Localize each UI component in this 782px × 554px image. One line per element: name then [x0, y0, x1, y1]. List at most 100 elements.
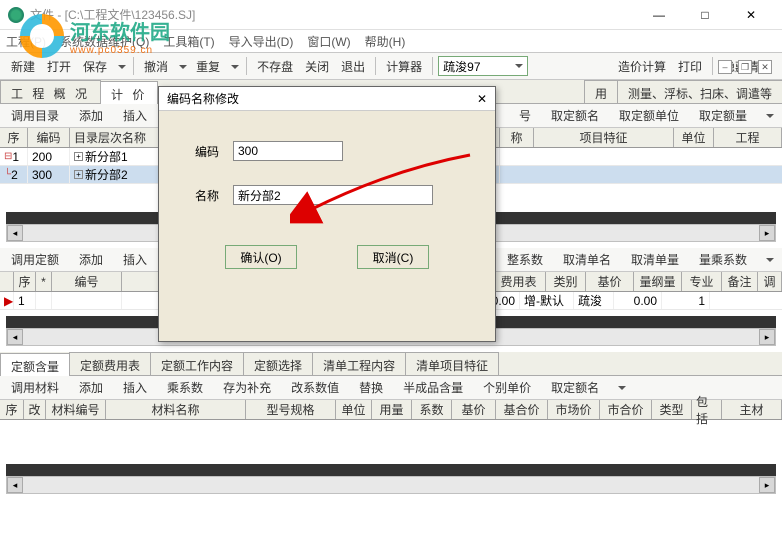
load-material-button[interactable]: 调用材料 [6, 377, 64, 398]
tab-use[interactable]: 用 [584, 80, 618, 103]
col-spec[interactable]: 专业 [682, 272, 722, 291]
col-project[interactable]: 工程 [714, 128, 782, 147]
col-unit[interactable]: 单位 [674, 128, 714, 147]
toolbar-overflow-icon[interactable] [614, 382, 628, 393]
menu-help[interactable]: 帮助(H) [365, 33, 406, 50]
tab-list-content[interactable]: 清单工程内容 [312, 352, 406, 375]
close-file-button[interactable]: 关闭 [300, 56, 334, 77]
list-name-button[interactable]: 取清单名 [558, 249, 616, 270]
toolbar-overflow-icon[interactable] [762, 110, 776, 121]
mdi-min-button[interactable]: – [718, 60, 732, 74]
quota-unit-button[interactable]: 取定额单位 [614, 105, 684, 126]
menu-window[interactable]: 窗口(W) [307, 33, 350, 50]
col-num[interactable]: 号 [514, 105, 536, 126]
open-button[interactable]: 打开 [42, 56, 76, 77]
tab-overview[interactable]: 工 程 概 况 [0, 80, 101, 103]
scroll-left-icon[interactable]: ◂ [7, 225, 23, 241]
get-quota-name-button[interactable]: 取定额名 [546, 377, 604, 398]
col-main[interactable]: 主材 [722, 400, 782, 419]
col-name-suffix[interactable]: 称 [500, 128, 534, 147]
code-input[interactable] [233, 141, 343, 161]
col-combined[interactable]: 基合价 [496, 400, 548, 419]
scroll-right-icon[interactable]: ▸ [759, 225, 775, 241]
col-feetable[interactable]: 费用表 [492, 272, 546, 291]
col-class[interactable]: 类型 [652, 400, 692, 419]
col-net[interactable]: 量纲量 [634, 272, 682, 291]
menu-toolbox[interactable]: 工具箱(T) [163, 33, 214, 50]
list-qty-button[interactable]: 取清单量 [626, 249, 684, 270]
material-add-button[interactable]: 添加 [74, 377, 108, 398]
save-dropdown-icon[interactable] [114, 61, 128, 72]
scroll-left-icon[interactable]: ◂ [7, 477, 23, 493]
quota-name-button[interactable]: 取定额名 [546, 105, 604, 126]
nosave-button[interactable]: 不存盘 [252, 56, 298, 77]
calculator-button[interactable]: 计算器 [381, 56, 427, 77]
cost-calc-button[interactable]: 造价计算 [613, 56, 671, 77]
tab-quota-content[interactable]: 定额含量 [0, 353, 70, 376]
tab-pricing[interactable]: 计 价 [100, 81, 158, 104]
quota-qty-button[interactable]: 取定额量 [694, 105, 752, 126]
col-spec[interactable]: 型号规格 [246, 400, 336, 419]
menu-project[interactable]: 工程(P) [6, 33, 46, 50]
col-base[interactable]: 基价 [452, 400, 496, 419]
material-insert-button[interactable]: 插入 [118, 377, 152, 398]
col-class[interactable]: 类别 [546, 272, 586, 291]
mul-factor-button[interactable]: 量乘系数 [694, 249, 752, 270]
tab-quota-work[interactable]: 定额工作内容 [150, 352, 244, 375]
col-seq[interactable]: 序 [0, 400, 24, 419]
scroll-right-icon[interactable]: ▸ [759, 477, 775, 493]
close-button[interactable]: ✕ [728, 0, 774, 30]
col-mod[interactable]: 改 [24, 400, 46, 419]
menu-import[interactable]: 导入导出(D) [229, 33, 294, 50]
col-adj[interactable]: 调 [758, 272, 782, 291]
col-code[interactable]: 编码 [28, 128, 70, 147]
scroll-right-icon[interactable]: ▸ [759, 329, 775, 345]
mdi-close-button[interactable]: ✕ [758, 60, 772, 74]
tab-survey[interactable]: 测量、浮标、扫床、调遣等 [617, 80, 782, 103]
col-mktcomb[interactable]: 市合价 [600, 400, 652, 419]
semi-product-button[interactable]: 半成品含量 [398, 377, 468, 398]
maximize-button[interactable]: □ [682, 0, 728, 30]
undo-button[interactable]: 撤消 [139, 56, 173, 77]
col-seq[interactable]: 序 [0, 128, 28, 147]
exit-button[interactable]: 退出 [336, 56, 370, 77]
col-incl[interactable]: 包括 [692, 400, 722, 419]
redo-button[interactable]: 重复 [191, 56, 225, 77]
dialog-titlebar[interactable]: 编码名称修改 ✕ [159, 87, 495, 111]
ok-button[interactable]: 确认(O) [225, 245, 297, 269]
undo-dropdown-icon[interactable] [175, 61, 189, 72]
tab-quota-select[interactable]: 定额选择 [243, 352, 313, 375]
replace-button[interactable]: 替换 [354, 377, 388, 398]
h-scrollbar-3[interactable]: ◂ ▸ [6, 476, 776, 494]
redo-dropdown-icon[interactable] [227, 61, 241, 72]
mdi-restore-button[interactable]: ❐ [738, 60, 752, 74]
change-factor-button[interactable]: 改系数值 [286, 377, 344, 398]
splitter-bar[interactable] [6, 464, 776, 476]
cancel-button[interactable]: 取消(C) [357, 245, 429, 269]
minimize-button[interactable]: — [636, 0, 682, 30]
tab-quota-fee[interactable]: 定额费用表 [69, 352, 151, 375]
load-catalog-button[interactable]: 调用目录 [6, 105, 64, 126]
load-quota-button[interactable]: 调用定额 [6, 249, 64, 270]
dialog-close-icon[interactable]: ✕ [477, 92, 487, 106]
col-code[interactable]: 编号 [52, 272, 122, 291]
col-matname[interactable]: 材料名称 [106, 400, 246, 419]
adj-factor-button[interactable]: 整系数 [502, 249, 548, 270]
catalog-add-button[interactable]: 添加 [74, 105, 108, 126]
tab-list-feature[interactable]: 清单项目特征 [405, 352, 499, 375]
col-star[interactable]: * [36, 272, 52, 291]
col-feature[interactable]: 项目特征 [534, 128, 674, 147]
quota-add-button[interactable]: 添加 [74, 249, 108, 270]
quota-type-combo[interactable]: 疏浚97 [438, 56, 528, 76]
col-factor[interactable]: 系数 [412, 400, 452, 419]
col-unit[interactable]: 单位 [336, 400, 372, 419]
toolbar-overflow-icon[interactable] [762, 254, 776, 265]
quota-insert-button[interactable]: 插入 [118, 249, 152, 270]
col-market[interactable]: 市场价 [548, 400, 600, 419]
save-supplement-button[interactable]: 存为补充 [218, 377, 276, 398]
name-input[interactable] [233, 185, 433, 205]
save-button[interactable]: 保存 [78, 56, 112, 77]
new-button[interactable]: 新建 [6, 56, 40, 77]
material-grid-body[interactable] [0, 420, 782, 460]
catalog-insert-button[interactable]: 插入 [118, 105, 152, 126]
